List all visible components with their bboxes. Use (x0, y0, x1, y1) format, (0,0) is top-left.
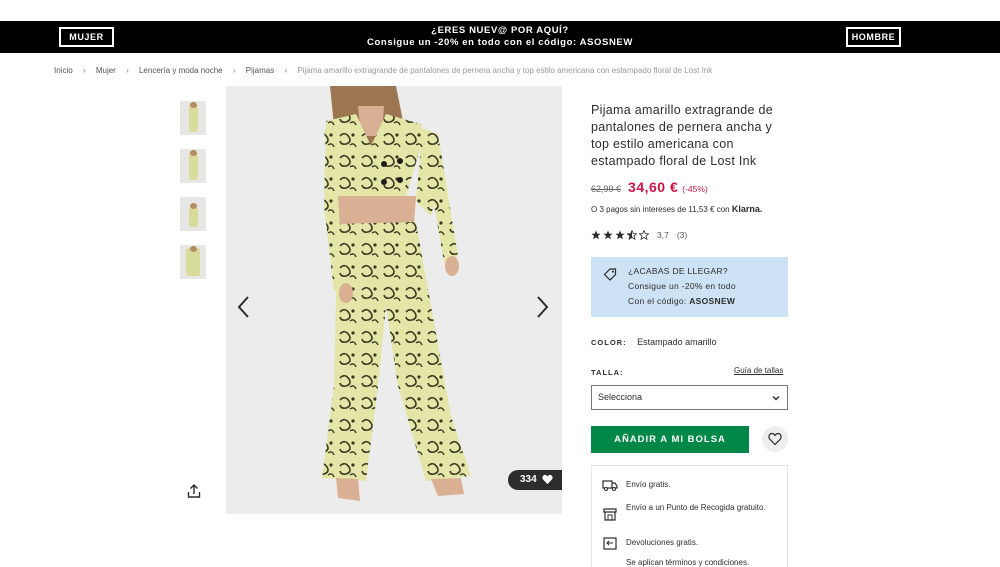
promo-bar: MUJER ¿ERES NUEV@ POR AQUÍ? Consigue un … (0, 21, 1000, 53)
heart-outline-icon (768, 432, 782, 446)
breadcrumb-separator: › (126, 66, 129, 75)
rating[interactable]: 3,7 (3) (591, 230, 791, 240)
promo-code-prefix: Con el código: (628, 296, 687, 306)
klarna-logo: Klarna. (731, 204, 763, 214)
color-label: COLOR: (591, 338, 627, 347)
free-shipping-text: Envío gratis. (626, 480, 671, 489)
klarna-text: O 3 pagos sin intereses de 11,53 € con (591, 205, 730, 214)
truck-icon (602, 480, 618, 491)
star-full-icon (615, 230, 625, 240)
hombre-button[interactable]: HOMBRE (846, 27, 901, 47)
breadcrumb-pijamas[interactable]: Pijamas (246, 66, 274, 75)
discount-label: (-45%) (682, 184, 708, 194)
promo-box-code: Con el código: ASOSNEW (628, 296, 735, 306)
add-to-bag-button[interactable]: AÑADIR A MI BOLSA (591, 426, 749, 453)
product-title: Pijama amarillo extragrande de pantalone… (591, 103, 774, 168)
rating-count: (3) (676, 230, 688, 240)
promo-box-text: Consigue un -20% en todo (628, 281, 736, 291)
size-select-value: Selecciona (598, 392, 643, 402)
pickup-point-text: Envío a un Punto de Recogida gratuito. (626, 503, 766, 512)
size-select[interactable]: Selecciona (591, 385, 788, 410)
rating-stars (591, 230, 649, 240)
breadcrumb-separator: › (82, 66, 86, 75)
star-full-icon (591, 230, 601, 240)
free-returns-text: Devoluciones gratis. (626, 538, 699, 547)
save-for-later-button[interactable] (762, 426, 788, 452)
current-price: 34,60 € (628, 179, 679, 195)
color-value: Estampado amarillo (637, 337, 717, 347)
star-full-icon (603, 230, 613, 240)
breadcrumb-separator: › (284, 66, 288, 75)
favorites-count-badge: 334 (508, 470, 562, 490)
product-photo (226, 86, 562, 514)
chevron-down-icon (772, 396, 780, 401)
next-image-arrow-icon[interactable] (532, 294, 552, 320)
thumbnail[interactable] (180, 149, 206, 183)
breadcrumb-current: Pijama amarillo extragrande de pantalone… (297, 66, 713, 75)
star-half-icon (627, 230, 637, 240)
breadcrumb-inicio[interactable]: Inicio (54, 66, 73, 75)
return-box-icon (603, 537, 617, 550)
breadcrumb-separator: › (232, 66, 236, 75)
size-guide-link[interactable]: Guía de tallas (734, 366, 783, 375)
terms-link[interactable]: Se aplican términos y condiciones. (626, 557, 776, 567)
thumbnail[interactable] (180, 101, 206, 135)
thumbnail-list (180, 101, 206, 293)
price-row: 62,99 € 34,60 € (-45%) (591, 179, 791, 195)
breadcrumb: Inicio › Mujer › Lencería y moda noche ›… (54, 66, 712, 75)
breadcrumb-mujer[interactable]: Mujer (96, 66, 116, 75)
mujer-button[interactable]: MUJER (59, 27, 114, 47)
share-icon[interactable] (186, 483, 202, 499)
promo-code: ASOSNEW (689, 296, 736, 306)
new-customer-promo: ¿ACABAS DE LLEGAR? Consigue un -20% en t… (591, 257, 788, 317)
color-row: COLOR: Estampado amarillo (591, 337, 717, 347)
star-empty-icon (639, 230, 649, 240)
delivery-info: Envío gratis. Envío a un Punto de Recogi… (591, 465, 788, 567)
top-spacer (0, 0, 1000, 21)
rating-value: 3,7 (657, 230, 669, 240)
thumbnail[interactable] (180, 197, 206, 231)
old-price: 62,99 € (591, 184, 622, 194)
previous-image-arrow-icon[interactable] (234, 294, 254, 320)
size-label: TALLA: (591, 368, 624, 377)
promo-box-title: ¿ACABAS DE LLEGAR? (628, 266, 728, 276)
product-info: Pijama amarillo extragrande de pantalone… (591, 102, 791, 240)
store-icon (603, 508, 617, 521)
heart-icon (542, 474, 553, 485)
breadcrumb-lenceria[interactable]: Lencería y moda noche (139, 66, 223, 75)
product-image: 334 (226, 86, 562, 514)
klarna-info: O 3 pagos sin intereses de 11,53 € con K… (591, 204, 791, 214)
thumbnail[interactable] (180, 245, 206, 279)
tag-icon (603, 268, 617, 281)
promo-headline: ¿ERES NUEV@ POR AQUÍ? (431, 25, 569, 36)
favorites-count: 334 (520, 474, 537, 485)
promo-subline: Consigue un -20% en todo con el código: … (367, 37, 633, 48)
